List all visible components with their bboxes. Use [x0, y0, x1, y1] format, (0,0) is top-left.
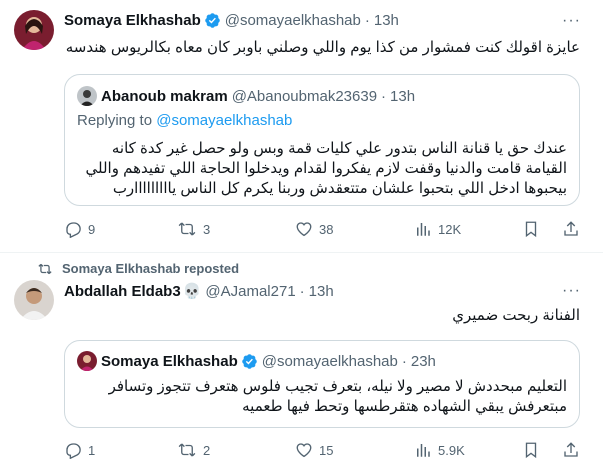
- repost-button[interactable]: 3: [177, 220, 210, 238]
- separator-dot: ·: [401, 352, 407, 370]
- bookmark-icon: [525, 442, 537, 459]
- repost-icon: [178, 222, 196, 236]
- quote-author-name: Abanoub makram: [101, 87, 228, 105]
- reply-button[interactable]: 1: [64, 441, 95, 459]
- replying-to: Replying to @somayaelkhashab: [77, 112, 292, 129]
- author-name[interactable]: Abdallah Eldab3: [64, 283, 181, 300]
- bookmark-button[interactable]: [522, 441, 546, 459]
- heart-icon: [296, 443, 312, 458]
- author-handle[interactable]: @somayaelkhashab: [225, 12, 361, 29]
- repost-button[interactable]: 2: [177, 441, 210, 459]
- like-count: 38: [319, 221, 334, 237]
- quote-text: التعليم مبحددش لا مصير ولا نيله، بتعرف ت…: [108, 378, 567, 415]
- like-button[interactable]: 15: [295, 441, 333, 459]
- quote-avatar: [77, 86, 97, 106]
- repost-icon: [38, 263, 52, 274]
- more-options-icon[interactable]: ···: [562, 12, 581, 30]
- repost-count: 3: [203, 221, 211, 237]
- like-count: 15: [319, 442, 334, 458]
- reply-count: 1: [88, 442, 96, 458]
- action-bar: 9 3 38 12K: [64, 220, 580, 240]
- quoted-tweet[interactable]: Somaya Elkhashab @somayaelkhashab · 23h …: [64, 340, 580, 428]
- heart-icon: [296, 222, 312, 237]
- tweet-header: Somaya Elkhashab @somayaelkhashab · 13h: [64, 12, 399, 29]
- views-count: 12K: [438, 221, 462, 237]
- tweet[interactable]: Somaya Elkhashab reposted Abdallah Eldab…: [0, 252, 603, 468]
- repost-indicator: Somaya Elkhashab reposted: [38, 261, 239, 276]
- tweet[interactable]: Somaya Elkhashab @somayaelkhashab · 13h …: [0, 0, 603, 252]
- avatar[interactable]: [14, 280, 54, 320]
- share-button[interactable]: [562, 220, 586, 238]
- quote-timestamp: 23h: [410, 352, 436, 370]
- share-icon: [564, 442, 578, 457]
- action-bar: 1 2 15 5.9K: [64, 441, 580, 461]
- repost-icon: [178, 443, 196, 457]
- quoted-tweet[interactable]: Abanoub makram @Abanoubmak23639 · 13h Re…: [64, 74, 580, 206]
- quote-author-handle: @Abanoubmak23639: [231, 87, 378, 105]
- author-emoji: 💀: [182, 283, 202, 300]
- reply-count: 9: [88, 221, 96, 237]
- reply-icon: [66, 443, 81, 459]
- views-button[interactable]: 12K: [414, 220, 461, 238]
- timestamp[interactable]: 13h: [374, 12, 399, 29]
- avatar[interactable]: [14, 10, 54, 50]
- separator-dot: ·: [299, 282, 305, 300]
- share-icon: [564, 221, 578, 236]
- quote-avatar: [77, 351, 97, 371]
- like-button[interactable]: 38: [295, 220, 333, 238]
- tweet-header: Abdallah Eldab3 💀 @AJamal271 · 13h: [64, 282, 334, 301]
- bookmark-button[interactable]: [522, 220, 546, 238]
- verified-badge-icon: [241, 353, 258, 370]
- author-handle[interactable]: @AJamal271: [205, 283, 295, 300]
- replying-prefix: Replying to: [77, 112, 157, 129]
- timestamp[interactable]: 13h: [309, 283, 334, 300]
- more-options-icon[interactable]: ···: [562, 282, 581, 300]
- tweet-text: عايزة اقولك كنت فمشوار من كذا يوم واللي …: [65, 39, 580, 56]
- quote-author-handle: @somayaelkhashab: [261, 352, 398, 370]
- share-button[interactable]: [562, 441, 586, 459]
- quote-header: Somaya Elkhashab @somayaelkhashab · 23h: [77, 351, 436, 371]
- quote-timestamp: 13h: [390, 87, 416, 105]
- replying-mention[interactable]: @somayaelkhashab: [156, 112, 292, 129]
- separator-dot: ·: [364, 12, 370, 29]
- bookmark-icon: [525, 221, 537, 238]
- quote-text: عندك حق يا قنانة الناس بتدور علي كليات ق…: [85, 140, 567, 197]
- reply-icon: [66, 222, 81, 238]
- quote-header: Abanoub makram @Abanoubmak23639 · 13h: [77, 86, 415, 106]
- repost-label[interactable]: Somaya Elkhashab reposted: [62, 261, 239, 276]
- author-name[interactable]: Somaya Elkhashab: [64, 12, 201, 29]
- tweet-text: الفنانة ربحت ضميري: [452, 307, 580, 324]
- separator-dot: ·: [381, 87, 387, 105]
- quote-author-name: Somaya Elkhashab: [101, 352, 238, 370]
- verified-badge-icon: [204, 12, 221, 29]
- views-icon: [417, 223, 430, 236]
- views-icon: [417, 444, 430, 457]
- views-count: 5.9K: [438, 442, 465, 458]
- views-button[interactable]: 5.9K: [414, 441, 465, 459]
- reply-button[interactable]: 9: [64, 220, 95, 238]
- repost-count: 2: [203, 442, 211, 458]
